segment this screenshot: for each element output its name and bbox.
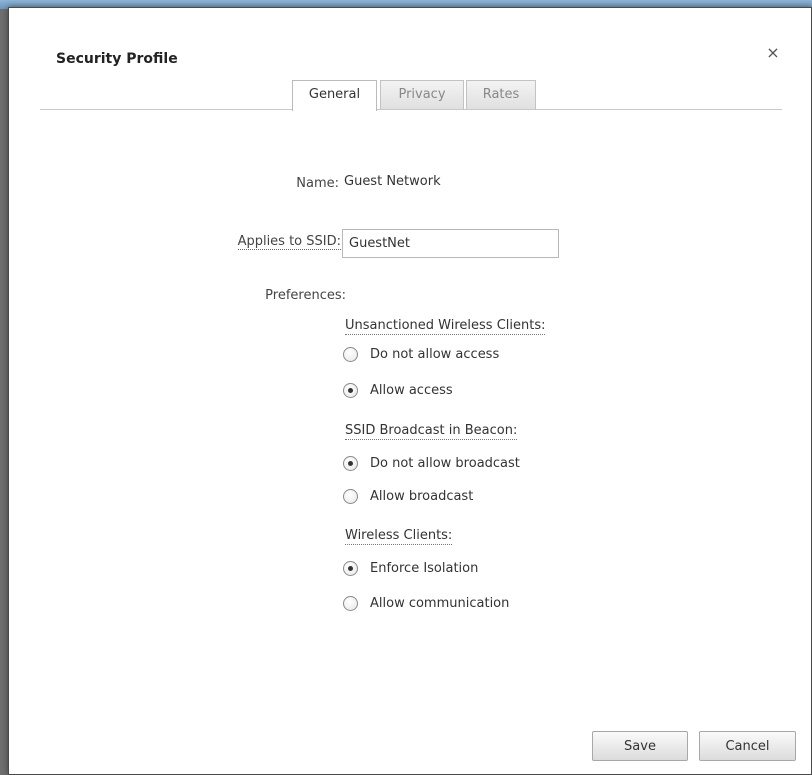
radio-button[interactable] — [343, 347, 358, 362]
radio-button[interactable] — [343, 596, 358, 611]
radio-label: Do not allow broadcast — [370, 456, 520, 471]
radio-label: Enforce Isolation — [370, 561, 479, 576]
security-profile-dialog: Security Profile × General Privacy Rates… — [8, 7, 812, 775]
radio-button[interactable] — [343, 489, 358, 504]
save-button[interactable]: Save — [592, 731, 688, 761]
radio-label: Do not allow access — [370, 347, 500, 362]
ssid-input[interactable] — [342, 229, 559, 258]
tab-rates[interactable]: Rates — [466, 80, 536, 109]
radio-button-selected[interactable] — [343, 383, 358, 398]
cancel-button[interactable]: Cancel — [699, 731, 796, 761]
ssid-label-wrap: Applies to SSID: — [179, 234, 341, 250]
radio-dot — [348, 388, 353, 393]
name-label: Name: — [296, 176, 339, 191]
radio-button-selected[interactable] — [343, 561, 358, 576]
tab-divider — [40, 109, 782, 110]
section-broadcast-title: SSID Broadcast in Beacon: — [345, 423, 518, 440]
radio-allow-access[interactable]: Allow access — [343, 381, 483, 401]
radio-allow-broadcast[interactable]: Allow broadcast — [343, 487, 513, 507]
tab-general[interactable]: General — [292, 80, 377, 111]
close-icon[interactable]: × — [765, 45, 781, 61]
section-clients-title: Wireless Clients: — [345, 528, 453, 545]
radio-label: Allow access — [370, 383, 453, 398]
dialog-title: Security Profile — [56, 51, 178, 67]
radio-button-selected[interactable] — [343, 456, 358, 471]
ssid-label: Applies to SSID: — [237, 234, 341, 250]
preferences-label: Preferences: — [265, 288, 346, 303]
radio-do-not-allow-access[interactable]: Do not allow access — [343, 345, 553, 365]
radio-label: Allow broadcast — [370, 489, 474, 504]
section-unsanctioned-title: Unsanctioned Wireless Clients: — [345, 318, 546, 335]
radio-enforce-isolation[interactable]: Enforce Isolation — [343, 559, 523, 579]
name-value: Guest Network — [344, 174, 441, 189]
radio-dot — [348, 566, 353, 571]
radio-do-not-allow-broadcast[interactable]: Do not allow broadcast — [343, 454, 563, 474]
radio-allow-communication[interactable]: Allow communication — [343, 594, 553, 614]
radio-dot — [348, 461, 353, 466]
radio-label: Allow communication — [370, 596, 510, 611]
tab-privacy[interactable]: Privacy — [380, 80, 464, 109]
